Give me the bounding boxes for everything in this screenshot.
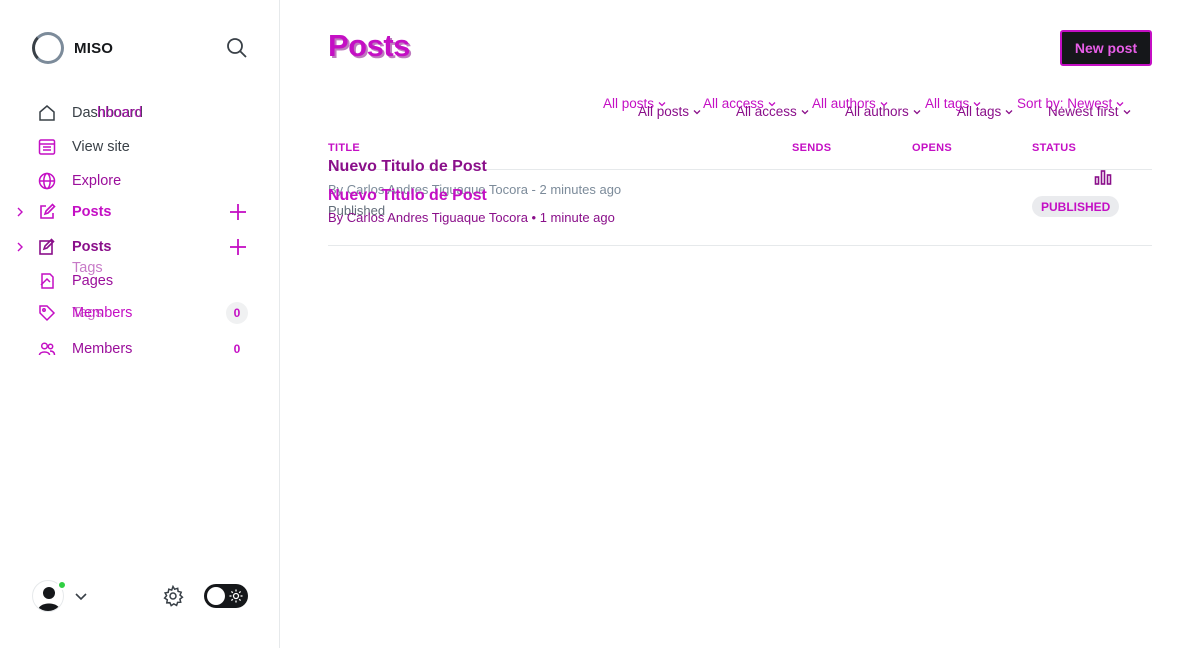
filter-type-current[interactable]: All posts: [638, 104, 701, 119]
sidebar-item-dashboard[interactable]: Dashboard hboard: [0, 98, 280, 128]
home-icon: [39, 105, 55, 121]
post-title[interactable]: Nuevo Titulo de Post: [328, 158, 487, 176]
members-count-badge: 0: [233, 342, 241, 356]
filter-tags-current[interactable]: All tags: [957, 104, 1013, 119]
post-title-overlay[interactable]: Nuevo Titulo de Post: [328, 187, 487, 205]
sidebar-item-label: Members: [72, 305, 133, 321]
gear-icon[interactable]: [162, 585, 184, 607]
chevron-down-icon: [801, 110, 809, 115]
sidebar-item-label: View site: [72, 139, 130, 155]
chevron-down-icon: [913, 110, 921, 115]
plus-icon[interactable]: [228, 202, 248, 222]
sidebar-item-view-site[interactable]: View site: [0, 132, 280, 162]
sidebar-item-members-ghost[interactable]: Members 0: [0, 334, 280, 364]
edit-icon: [40, 203, 56, 219]
page-title: Posts Posts: [328, 28, 412, 65]
column-header-sends: SENDS: [792, 142, 832, 154]
sidebar-item-posts[interactable]: Posts: [0, 197, 280, 227]
tag-icon: [39, 305, 56, 322]
sidebar-item-overlay-label: hboard: [97, 105, 143, 121]
members-count-badge: 0: [226, 302, 248, 324]
page-title-text: Posts: [328, 28, 410, 63]
column-header-status: STATUS: [1032, 142, 1077, 154]
column-header-opens: OPENS: [912, 142, 953, 154]
sidebar-item-explore[interactable]: Explore: [0, 166, 280, 196]
sidebar-item-label: Posts: [72, 239, 112, 255]
filter-access-current[interactable]: All access: [736, 104, 809, 119]
status-badge: PUBLISHED: [1032, 196, 1120, 217]
theme-toggle[interactable]: [204, 584, 248, 608]
sun-icon: [229, 589, 243, 603]
sidebar-item-label: Posts: [72, 204, 112, 220]
sidebar-item-label: Explore: [72, 173, 122, 189]
post-meta-overlay: By Carlos Andres Tiguaque Tocora • 1 min…: [328, 210, 615, 225]
filter-authors-current[interactable]: All authors: [845, 104, 921, 119]
brand[interactable]: MISO: [32, 32, 113, 64]
sidebar-item-label: Pages: [72, 273, 114, 289]
pages-icon: [40, 273, 54, 289]
sidebar: MISO Dashboard hboard View site Explore …: [0, 0, 280, 648]
brand-logo-icon: [32, 32, 64, 64]
sidebar-item-posts-ghost[interactable]: Posts: [0, 232, 280, 262]
search-icon[interactable]: [226, 37, 248, 59]
members-icon: [38, 342, 56, 356]
filter-sort-current[interactable]: Newest first: [1048, 104, 1131, 119]
globe-icon: [38, 172, 56, 190]
browser-window-icon: [38, 139, 56, 155]
chevron-down-icon: [1005, 110, 1013, 115]
online-status-dot: [57, 580, 67, 590]
main-content: Posts Posts New post All posts All acces…: [280, 0, 1200, 648]
sidebar-item-members[interactable]: Tags Members 0: [0, 298, 280, 328]
chevron-down-icon: [1123, 110, 1130, 115]
toggle-knob: [207, 587, 225, 605]
new-post-button[interactable]: New post: [1060, 30, 1152, 66]
edit-icon: [39, 238, 55, 255]
column-header-title: TITLE: [328, 142, 361, 154]
plus-icon[interactable]: [228, 237, 248, 257]
sidebar-item-label: Members: [72, 341, 133, 357]
chevron-down-icon: [693, 110, 701, 115]
sidebar-footer: [0, 576, 280, 616]
table-row[interactable]: Nuevo Titulo de Post By Carlos Andres Ti…: [328, 158, 1152, 246]
filters-bar: All posts All access All authors All tag…: [280, 96, 1200, 126]
brand-name: MISO: [74, 39, 114, 57]
chevron-down-icon[interactable]: [74, 589, 88, 603]
analytics-icon[interactable]: [1094, 169, 1112, 185]
chevron-right-icon[interactable]: [14, 206, 26, 218]
chevron-right-icon[interactable]: [14, 241, 26, 253]
sidebar-item-pages[interactable]: Tags Pages: [0, 260, 280, 296]
